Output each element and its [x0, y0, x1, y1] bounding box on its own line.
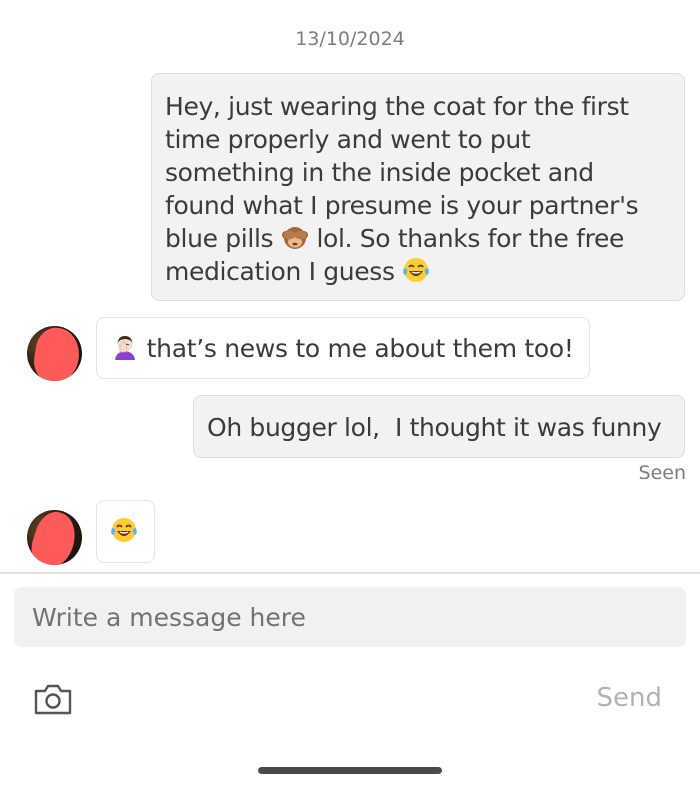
- contact-avatar[interactable]: [27, 510, 82, 565]
- woman-facepalming-emoji: [111, 333, 139, 361]
- tears-of-joy-emoji: [110, 516, 138, 544]
- message-text: Oh bugger lol, I thought it was funny: [207, 413, 662, 442]
- message-line: blue pills lol. So thanks for the free: [165, 223, 625, 253]
- read-receipt: Seen: [638, 462, 686, 484]
- redaction-mark: [31, 326, 82, 381]
- tears-of-joy-emoji: [402, 256, 430, 284]
- send-button[interactable]: Send: [597, 683, 662, 713]
- message-line: time properly and went to put: [165, 125, 531, 154]
- see-no-evil-monkey-emoji: [281, 223, 309, 251]
- message-input[interactable]: [14, 587, 686, 647]
- home-indicator[interactable]: [258, 767, 442, 774]
- conversation-date: 13/10/2024: [295, 28, 405, 50]
- message-bubble-incoming[interactable]: that’s news to me about them too!: [96, 317, 590, 379]
- message-line: medication I guess: [165, 255, 672, 288]
- message-bubble-outgoing[interactable]: Oh bugger lol, I thought it was funny: [193, 395, 685, 458]
- message-bubble-outgoing[interactable]: Hey, just wearing the coat for the first…: [151, 73, 685, 301]
- camera-icon[interactable]: [33, 682, 73, 716]
- message-line: something in the inside pocket and: [165, 158, 594, 187]
- composer-divider: [0, 572, 700, 574]
- message-line: found what I presume is your partner's: [165, 191, 639, 220]
- redaction-mark: [27, 510, 82, 565]
- message-text: that’s news to me about them too!: [146, 334, 574, 363]
- message-line: Hey, just wearing the coat for the first: [165, 92, 629, 121]
- contact-avatar[interactable]: [27, 326, 82, 381]
- message-bubble-incoming[interactable]: [96, 500, 155, 563]
